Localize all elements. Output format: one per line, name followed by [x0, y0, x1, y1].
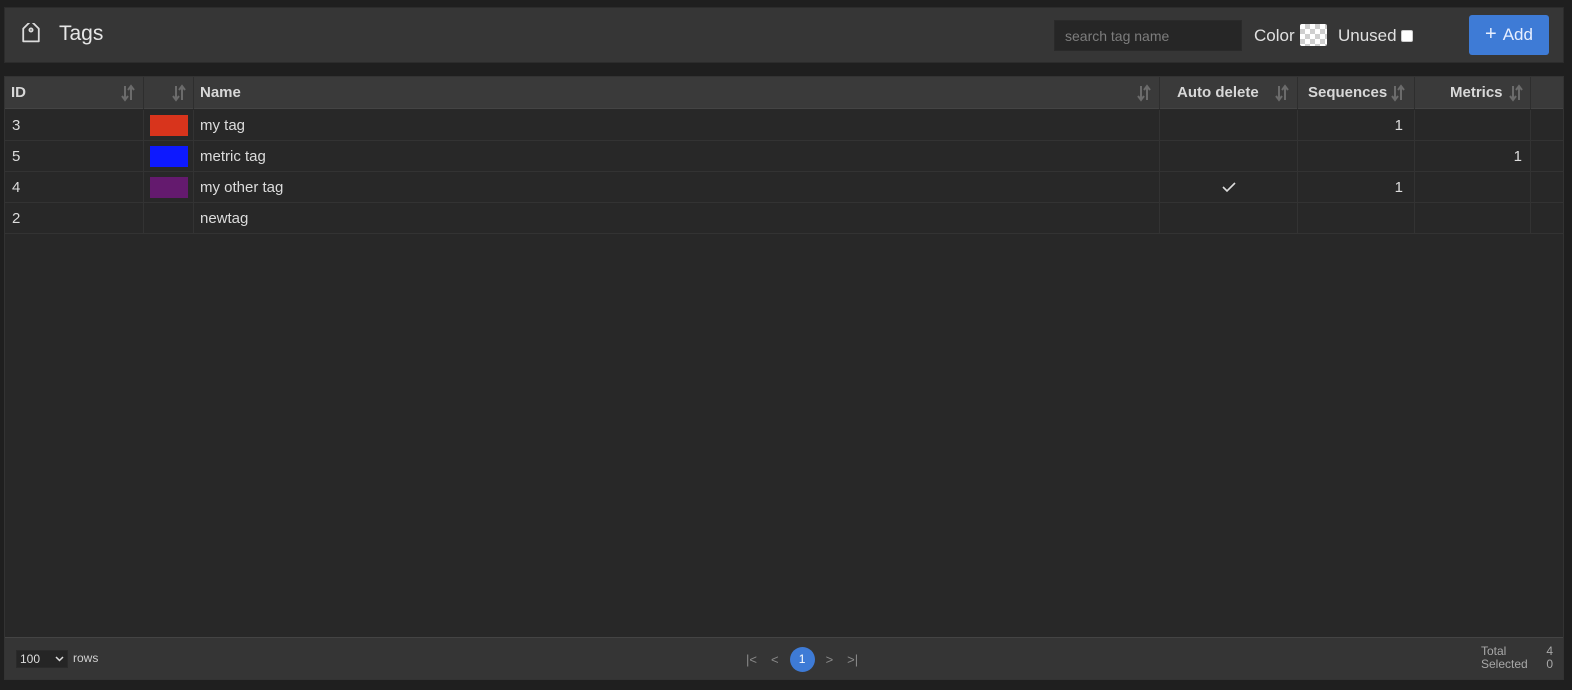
last-page-button[interactable]: >|	[847, 652, 858, 667]
cell-color	[144, 203, 194, 234]
cell-sequences: 1	[1298, 172, 1415, 203]
table-footer: 100 rows |< < 1 > >| Total 4 Selected 0	[5, 637, 1563, 679]
checkmark-icon	[1222, 182, 1236, 193]
sort-icon	[1275, 84, 1289, 102]
cell-metrics	[1415, 172, 1531, 203]
table-row[interactable]: 4 my other tag 1	[5, 172, 1563, 203]
cell-auto-delete	[1160, 172, 1298, 203]
column-header-sequences[interactable]: Sequences	[1298, 77, 1415, 109]
rows-label: rows	[73, 651, 99, 665]
cell-metrics	[1415, 203, 1531, 234]
sort-icon	[172, 84, 186, 102]
cell-id: 2	[5, 203, 144, 234]
sort-icon	[1509, 84, 1523, 102]
unused-filter-checkbox[interactable]	[1401, 30, 1413, 42]
color-filter-label: Color	[1254, 26, 1295, 45]
table-header: ID Name Auto delete Sequences Metrics	[5, 77, 1563, 109]
pagination: |< < 1 > >|	[739, 646, 865, 672]
add-tag-button[interactable]: + Add	[1469, 15, 1549, 55]
cell-color	[144, 172, 194, 203]
selected-label: Selected	[1481, 657, 1528, 671]
column-header-auto-delete[interactable]: Auto delete	[1160, 77, 1298, 109]
color-swatch	[150, 146, 188, 167]
plus-icon: +	[1485, 23, 1497, 45]
page-header: Tags Color Unused + Add	[4, 7, 1564, 63]
sort-icon	[1391, 84, 1405, 102]
cell-metrics: 1	[1415, 141, 1531, 172]
color-filter-picker[interactable]	[1300, 24, 1327, 46]
selected-value: 0	[1546, 657, 1553, 671]
current-page-button[interactable]: 1	[789, 646, 815, 672]
cell-sequences: 1	[1298, 110, 1415, 141]
cell-name: my other tag	[194, 172, 1160, 203]
prev-page-button[interactable]: <	[771, 652, 779, 667]
sort-icon	[1137, 84, 1151, 102]
tag-icon	[22, 23, 40, 43]
cell-color	[144, 141, 194, 172]
add-button-label: Add	[1502, 25, 1533, 44]
column-header-metrics[interactable]: Metrics	[1415, 77, 1531, 109]
cell-name: my tag	[194, 110, 1160, 141]
table-row[interactable]: 2 newtag	[5, 203, 1563, 234]
next-page-button[interactable]: >	[826, 652, 834, 667]
color-swatch	[150, 177, 188, 198]
cell-metrics	[1415, 110, 1531, 141]
cell-auto-delete	[1160, 141, 1298, 172]
unused-filter-label: Unused	[1338, 26, 1397, 45]
page-title: Tags	[59, 22, 104, 45]
color-swatch	[150, 115, 188, 136]
chevron-down-icon	[55, 656, 64, 662]
cell-color	[144, 110, 194, 141]
cell-id: 3	[5, 110, 144, 141]
table-row[interactable]: 5 metric tag 1	[5, 141, 1563, 172]
cell-auto-delete	[1160, 203, 1298, 234]
column-header-name[interactable]: Name	[194, 77, 1160, 109]
search-input[interactable]	[1054, 20, 1242, 51]
table-row[interactable]: 3 my tag 1	[5, 110, 1563, 141]
column-header-id[interactable]: ID	[5, 77, 144, 109]
cell-name: metric tag	[194, 141, 1160, 172]
cell-auto-delete	[1160, 110, 1298, 141]
table-stats: Total 4 Selected 0	[1481, 645, 1553, 671]
cell-name: newtag	[194, 203, 1160, 234]
table-body: 3 my tag 1 5 metric tag 1 4 my other tag…	[5, 110, 1563, 234]
cell-sequences	[1298, 141, 1415, 172]
rows-per-page-select[interactable]: 100	[16, 650, 68, 668]
cell-id: 4	[5, 172, 144, 203]
column-header-color[interactable]	[144, 77, 194, 109]
tags-table: ID Name Auto delete Sequences Metrics 3	[4, 76, 1564, 680]
cell-id: 5	[5, 141, 144, 172]
first-page-button[interactable]: |<	[746, 652, 757, 667]
cell-sequences	[1298, 203, 1415, 234]
sort-icon	[121, 84, 135, 102]
